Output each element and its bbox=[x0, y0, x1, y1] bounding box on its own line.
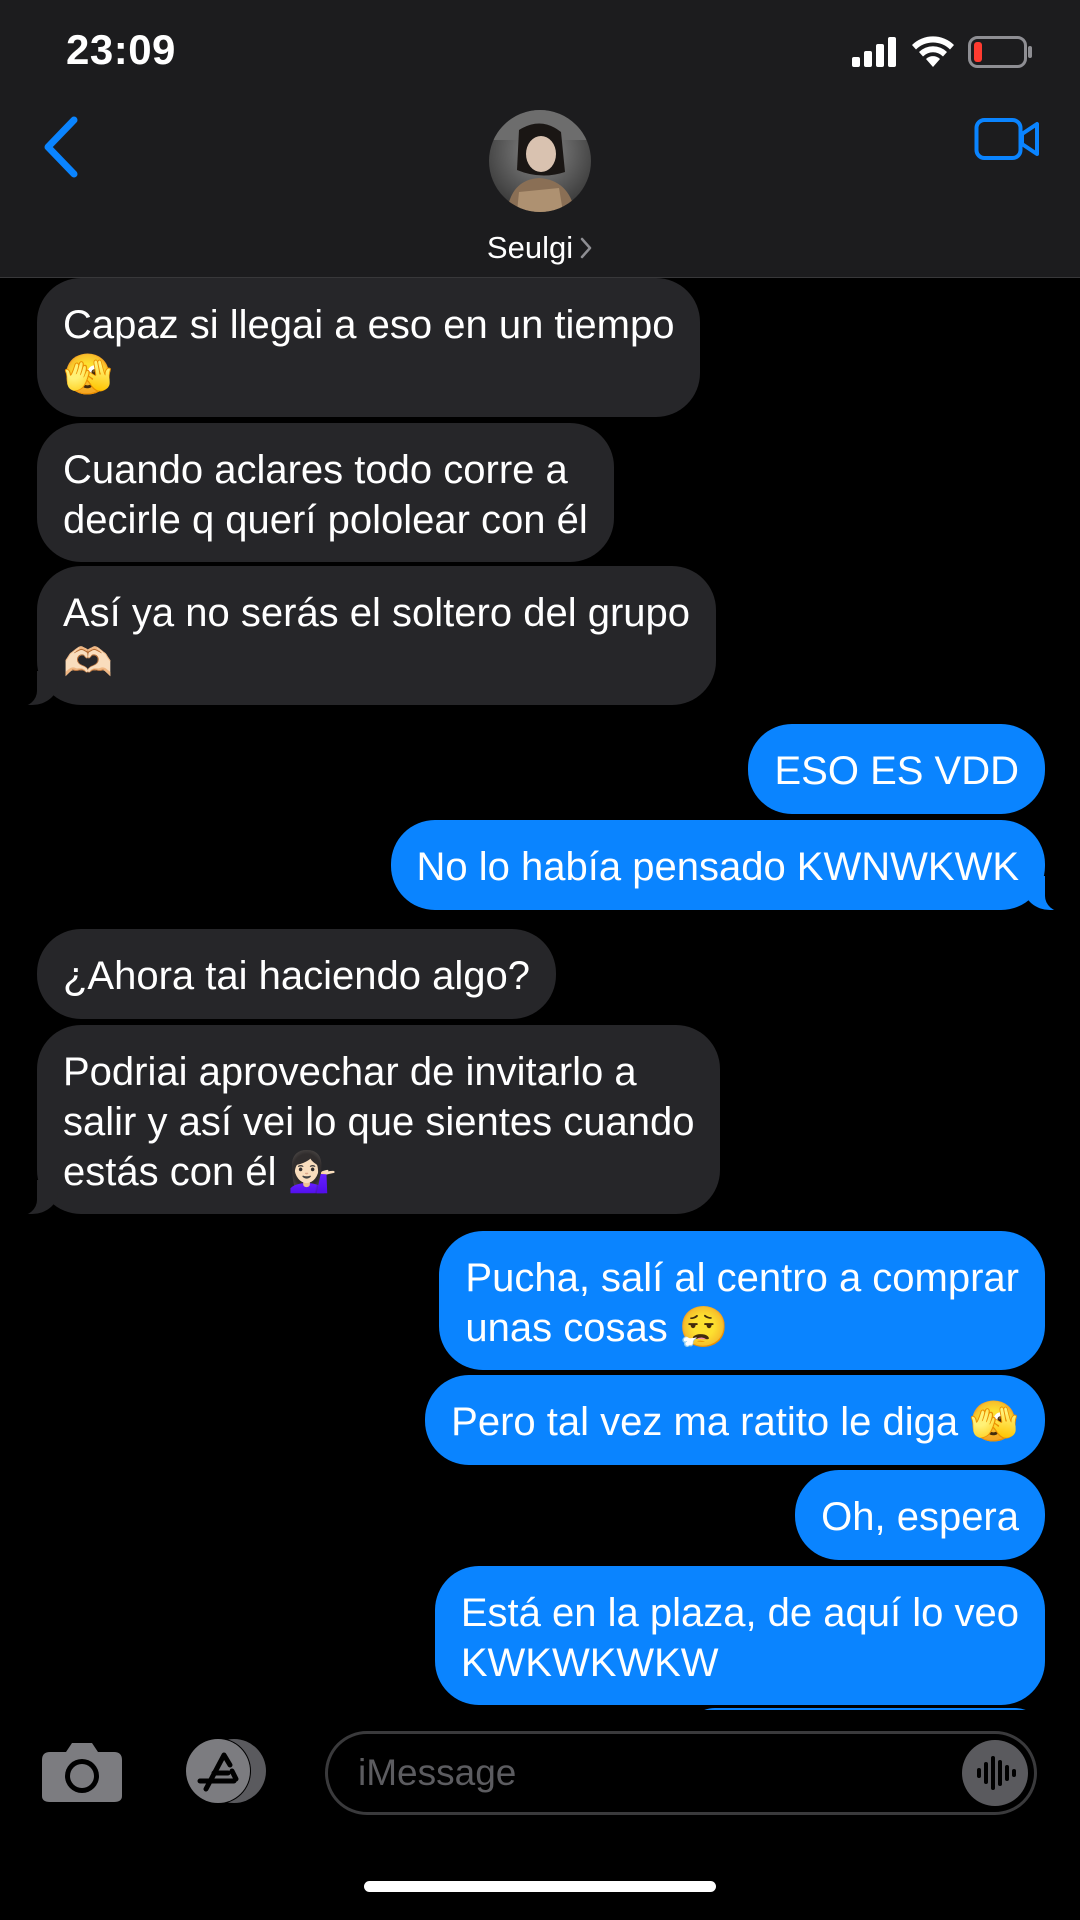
conversation-header: 23:09 Seulgi bbox=[0, 0, 1080, 278]
message-text: ¿Ahora tai haciendo algo? bbox=[63, 954, 530, 998]
message-text: Capaz si llegai a eso en un tiempo 🫣 bbox=[63, 303, 675, 397]
contact-name-button[interactable]: Seulgi bbox=[0, 230, 1080, 268]
message-text: Está en la plaza, de aquí lo veo KWKWKWK… bbox=[460, 1591, 1019, 1685]
message-text: Pucha, salí al centro a comprar unas cos… bbox=[465, 1256, 1019, 1350]
audio-waveform-icon bbox=[977, 1756, 1016, 1790]
message-bubble-incoming[interactable]: ¿Ahora tai haciendo algo? bbox=[37, 929, 556, 1019]
audio-waveform-button[interactable] bbox=[962, 1740, 1028, 1806]
message-bubble-incoming[interactable]: Así ya no serás el soltero del grupo 🫶🏻 bbox=[6, 566, 717, 707]
message-bubble-incoming[interactable]: Capaz si llegai a eso en un tiempo 🫣 bbox=[37, 278, 701, 417]
cellular-signal-icon bbox=[852, 37, 896, 67]
message-bubble-outgoing[interactable]: Pero tal vez ma ratito le diga 🫣 bbox=[425, 1375, 1045, 1465]
avatar[interactable] bbox=[489, 110, 591, 212]
camera-icon[interactable] bbox=[40, 1738, 124, 1804]
message-bubble-outgoing[interactable]: No lo había pensado KWNWKWK bbox=[390, 820, 1076, 912]
message-thread[interactable]: Capaz si llegai a eso en un tiempo 🫣 Cua… bbox=[0, 278, 1080, 1710]
message-placeholder: iMessage bbox=[358, 1752, 517, 1793]
message-bubble-outgoing[interactable]: ESO ES VDD bbox=[748, 724, 1045, 814]
battery-low-icon bbox=[968, 36, 1032, 68]
contact-photo bbox=[489, 110, 591, 212]
message-bubble-outgoing[interactable]: Pucha, salí al centro a comprar unas cos… bbox=[439, 1231, 1045, 1370]
message-bubble-incoming[interactable]: Cuando aclares todo corre a decirle q qu… bbox=[37, 423, 614, 562]
message-text: Cuando aclares todo corre a decirle q qu… bbox=[63, 448, 588, 542]
status-icons bbox=[852, 36, 1034, 68]
contact-name: Seulgi bbox=[486, 230, 574, 265]
message-text: No lo había pensado KWNWKWK bbox=[416, 845, 1019, 889]
message-text: Oh, espera bbox=[821, 1495, 1019, 1539]
message-text: Pero tal vez ma ratito le diga 🫣 bbox=[451, 1400, 1019, 1444]
message-input[interactable]: iMessage bbox=[325, 1731, 1037, 1815]
home-indicator[interactable] bbox=[364, 1881, 716, 1892]
back-chevron-icon[interactable] bbox=[38, 112, 88, 182]
app-store-icon[interactable] bbox=[178, 1737, 274, 1805]
message-text: Así ya no serás el soltero del grupo 🫶🏻 bbox=[63, 591, 691, 685]
wifi-icon bbox=[912, 36, 954, 67]
message-text: Podriai aprovechar de invitarlo a salir … bbox=[63, 1050, 695, 1194]
status-time: 23:09 bbox=[66, 26, 176, 73]
contact-chevron-icon bbox=[579, 232, 593, 268]
message-bubble-outgoing[interactable]: Oh, espera bbox=[795, 1470, 1045, 1560]
message-bubble-outgoing[interactable]: Está en la plaza, de aquí lo veo KWKWKWK… bbox=[434, 1566, 1045, 1705]
message-bubble-incoming[interactable]: Podriai aprovechar de invitarlo a salir … bbox=[6, 1025, 721, 1216]
message-text: ESO ES VDD bbox=[774, 749, 1019, 793]
imessage-conversation-screen: 23:09 Seulgi Capaz si llegai a eso en un… bbox=[0, 0, 1080, 1920]
video-call-icon[interactable] bbox=[974, 116, 1040, 162]
